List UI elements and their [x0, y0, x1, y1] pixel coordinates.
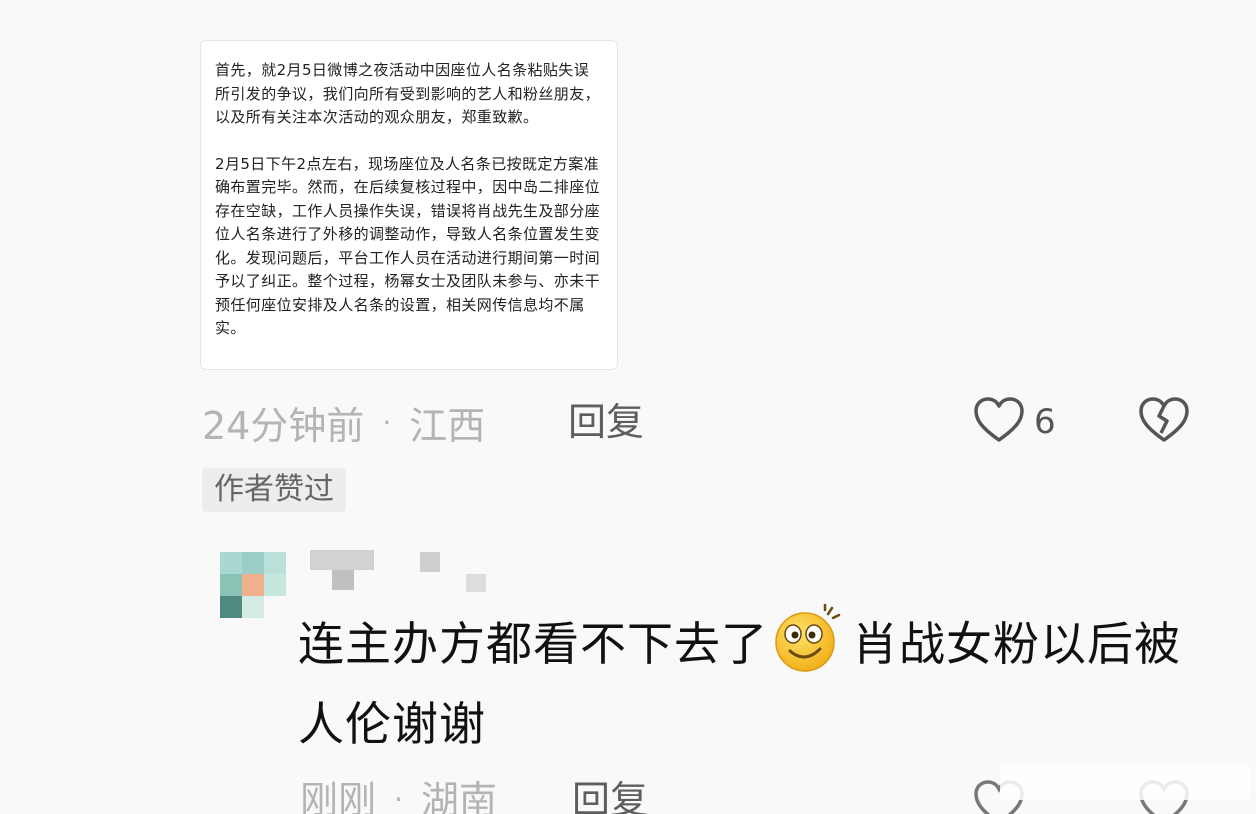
like-count: 6: [1034, 402, 1056, 442]
reply-button[interactable]: 回复: [572, 774, 648, 814]
comment2-time: 刚刚: [300, 778, 377, 814]
statement-paragraph-2: 2月5日下午2点左右，现场座位及人名条已按既定方案准确布置完毕。然而，在后续复核…: [215, 154, 601, 338]
heart-icon[interactable]: [972, 395, 1026, 445]
comment2-meta: 刚刚 · 湖南: [300, 774, 497, 814]
avatar[interactable]: [220, 552, 286, 618]
grinning-emoji-icon: [775, 604, 841, 672]
comment-thread: 首先，就2月5日微博之夜活动中因座位人名条粘贴失误所引发的争议，我们向所有受到影…: [0, 0, 1256, 814]
comment1-location: 江西: [409, 403, 486, 448]
broken-heart-icon[interactable]: [1136, 395, 1192, 445]
comment1-meta: 24分钟前 · 江西: [202, 396, 485, 448]
reply-button[interactable]: 回复: [568, 396, 644, 448]
meta-separator: ·: [394, 783, 403, 814]
username-blurred[interactable]: [310, 550, 490, 594]
statement-paragraph-1: 首先，就2月5日微博之夜活动中因座位人名条粘贴失误所引发的争议，我们向所有受到影…: [215, 61, 601, 126]
meta-separator: ·: [382, 405, 392, 439]
quoted-statement-image[interactable]: 首先，就2月5日微博之夜活动中因座位人名条粘贴失误所引发的争议，我们向所有受到影…: [200, 40, 618, 370]
comment2-text-part1: 连主办方都看不下去了: [298, 617, 768, 671]
author-liked-badge: 作者赞过: [202, 468, 346, 512]
comment2-location: 湖南: [420, 778, 497, 814]
comment2-text: 连主办方都看不下去了 肖战女粉以后被人伦谢谢: [298, 604, 1218, 764]
watermark-overlay: [1000, 764, 1250, 800]
comment1-time: 24分钟前: [202, 403, 365, 448]
